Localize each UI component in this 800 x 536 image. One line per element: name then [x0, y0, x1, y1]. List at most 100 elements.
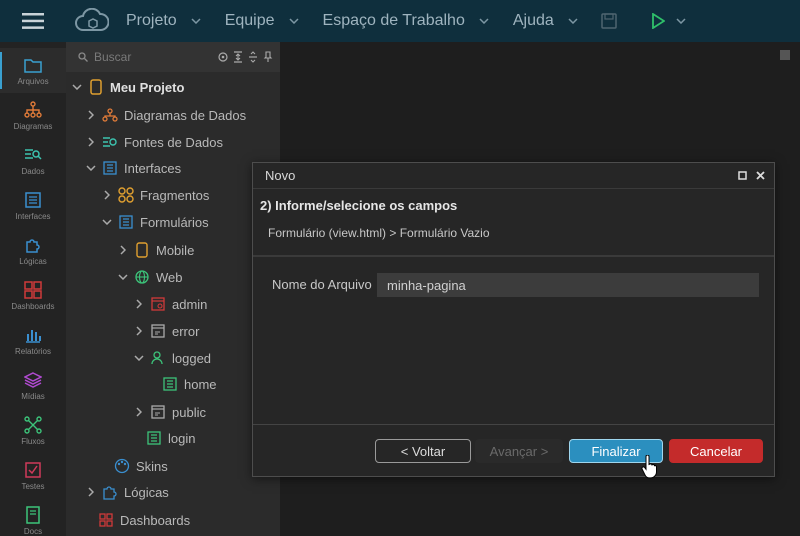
dashboard-icon: [98, 512, 114, 528]
tree-item-error[interactable]: error: [132, 318, 199, 344]
dialog-body: Nome do Arquivo: [253, 259, 774, 425]
file-name-label: Nome do Arquivo: [272, 277, 372, 292]
tree-label: Diagramas de Dados: [124, 107, 247, 123]
dialog-title-bar[interactable]: Novo: [253, 163, 774, 189]
rail-item-fluxos[interactable]: Fluxos: [0, 408, 66, 453]
next-button[interactable]: Avançar >: [475, 439, 563, 463]
maximize-icon[interactable]: [736, 170, 748, 182]
save-icon[interactable]: [594, 0, 624, 42]
chevron-down-icon[interactable]: [70, 80, 84, 94]
rail-item-diagramas[interactable]: Diagramas: [0, 93, 66, 138]
chevron-down-icon[interactable]: [84, 161, 98, 175]
chevron-down-icon: [568, 18, 578, 24]
tree-item-interfaces[interactable]: Interfaces: [84, 155, 181, 181]
expand-all-icon[interactable]: [247, 51, 259, 63]
tree-item-admin[interactable]: admin: [132, 291, 207, 317]
tree-label: Lógicas: [124, 484, 169, 500]
run-options-chevron-down-icon[interactable]: [676, 18, 686, 24]
rail-item-interfaces[interactable]: Interfaces: [0, 183, 66, 228]
project-explorer: Buscar Meu Projeto Diagramas de Dados Fo…: [66, 42, 280, 536]
dialog-title: Novo: [265, 168, 296, 183]
globe-icon: [134, 269, 150, 285]
chevron-down-icon: [191, 18, 201, 24]
menu-ajuda[interactable]: Ajuda: [499, 0, 588, 42]
tree-item-fragmentos[interactable]: Fragmentos: [100, 182, 209, 208]
tree-label: login: [168, 430, 196, 446]
tree-item-public[interactable]: public: [132, 399, 206, 425]
tree-label: admin: [172, 296, 208, 312]
puzzle-icon: [26, 238, 40, 253]
chevron-down-icon[interactable]: [100, 215, 114, 229]
chevron-right-icon[interactable]: [84, 135, 98, 149]
page-icon: [150, 323, 166, 339]
tree-item-skins[interactable]: Skins: [114, 453, 168, 479]
rail-item-dados[interactable]: Dados: [0, 138, 66, 183]
tree-item-fontes-de-dados[interactable]: Fontes de Dados: [84, 129, 223, 155]
tree-item-dashboards[interactable]: Dashboards: [98, 507, 190, 533]
panel-toggle-icon[interactable]: [780, 50, 790, 60]
book-icon: [26, 505, 40, 524]
tree-item-logged[interactable]: logged: [132, 345, 211, 371]
chevron-right-icon[interactable]: [100, 188, 114, 202]
cloud-logo-icon[interactable]: [72, 0, 112, 42]
rail-label: Testes: [21, 481, 45, 491]
chevron-down-icon: [289, 18, 299, 24]
tree-label: Dashboards: [120, 512, 191, 528]
tree-label: Interfaces: [124, 160, 182, 176]
tree-item-login[interactable]: login: [146, 425, 195, 451]
rail-item-docs[interactable]: Docs: [0, 498, 66, 536]
page-icon: [150, 404, 166, 420]
menu-equipe[interactable]: Equipe: [211, 0, 309, 42]
pin-icon[interactable]: [262, 51, 274, 63]
rail-item-arquivos[interactable]: Arquivos: [0, 48, 66, 93]
tree-item-diagramas-de-dados[interactable]: Diagramas de Dados: [84, 102, 246, 128]
mobile-icon: [134, 242, 150, 258]
rail-item-testes[interactable]: Testes: [0, 453, 66, 498]
tree-label: Fragmentos: [140, 187, 210, 203]
tree-item-home[interactable]: home: [162, 371, 217, 397]
form-icon: [118, 214, 134, 230]
rail-label: Dados: [21, 166, 45, 176]
rail-item-midias[interactable]: Mídias: [0, 363, 66, 408]
tree-label: Formulários: [140, 214, 209, 230]
chevron-down-icon[interactable]: [132, 351, 146, 365]
tree-item-mobile[interactable]: Mobile: [116, 237, 194, 263]
tree-label: Mobile: [156, 242, 195, 258]
chevron-right-icon[interactable]: [84, 108, 98, 122]
locate-icon[interactable]: [217, 51, 229, 63]
rail-label: Mídias: [21, 391, 45, 401]
run-play-icon[interactable]: [648, 0, 668, 42]
rail-item-dashboards[interactable]: Dashboards: [0, 273, 66, 318]
rail-label: Fluxos: [21, 436, 45, 446]
rail-item-relatorios[interactable]: Relatórios: [0, 318, 66, 363]
chevron-right-icon[interactable]: [84, 485, 98, 499]
tree-item-formularios[interactable]: Formulários: [100, 209, 209, 235]
menu-projeto[interactable]: Projeto: [112, 0, 211, 42]
search-input[interactable]: Buscar: [94, 50, 214, 64]
tree-item-logicas[interactable]: Lógicas: [84, 479, 169, 505]
palette-icon: [114, 458, 130, 474]
menu-label: Espaço de Trabalho: [322, 12, 465, 29]
hamburger-menu-icon[interactable]: [0, 0, 66, 42]
diagram-icon: [24, 100, 42, 118]
rail-item-logicas[interactable]: Lógicas: [0, 228, 66, 273]
tree-item-meu-projeto[interactable]: Meu Projeto: [70, 74, 184, 100]
back-button[interactable]: < Voltar: [375, 439, 471, 463]
cancel-button[interactable]: Cancelar: [669, 439, 763, 463]
explorer-search-bar[interactable]: Buscar: [66, 42, 280, 72]
rail-label: Dashboards: [11, 301, 55, 311]
tree-label: Fontes de Dados: [124, 134, 224, 150]
chevron-right-icon[interactable]: [132, 324, 146, 338]
tree-item-web[interactable]: Web: [116, 264, 183, 290]
data-source-icon: [102, 134, 118, 150]
close-icon[interactable]: [754, 170, 766, 182]
chevron-right-icon[interactable]: [132, 405, 146, 419]
dialog-breadcrumb: Formulário (view.html) > Formulário Vazi…: [268, 226, 490, 240]
chevron-right-icon[interactable]: [132, 297, 146, 311]
file-name-input[interactable]: [377, 273, 759, 297]
chevron-down-icon[interactable]: [116, 270, 130, 284]
rail-label: Interfaces: [15, 211, 51, 221]
collapse-all-icon[interactable]: [232, 51, 244, 63]
chevron-right-icon[interactable]: [116, 243, 130, 257]
menu-espaco-de-trabalho[interactable]: Espaço de Trabalho: [309, 0, 499, 42]
